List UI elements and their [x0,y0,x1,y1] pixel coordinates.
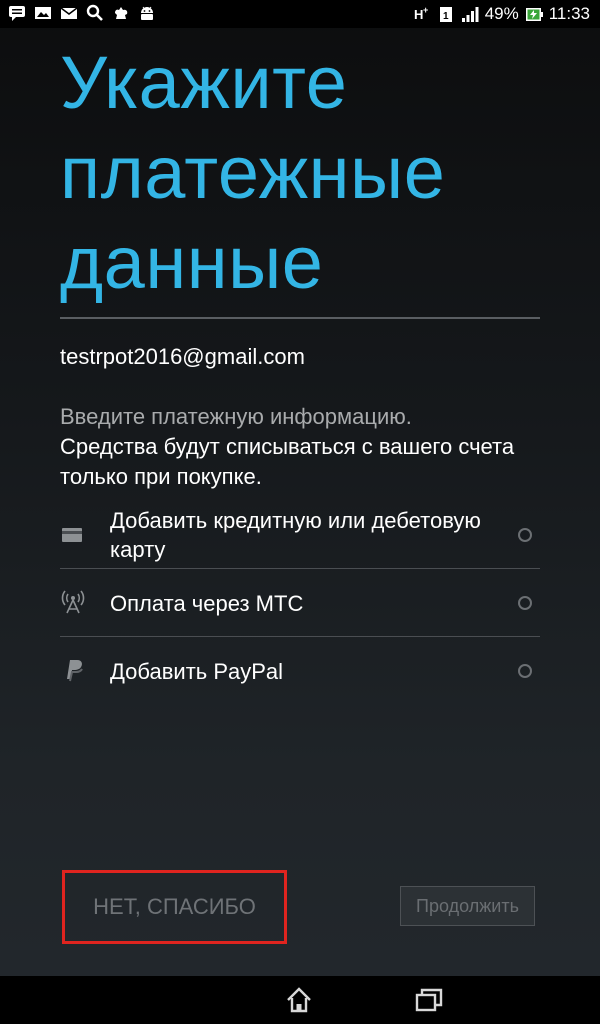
title-line-3: данные [60,221,324,304]
hplus-icon: H + [414,5,428,22]
clock: 11:33 [548,4,590,23]
info-line-2: Средства будут списываться с вашего счет… [60,434,515,489]
home-icon[interactable] [284,986,314,1014]
paypal-icon [67,660,83,682]
image-icon [35,7,51,19]
navigation-bar [0,976,600,1024]
title-line-2: платежные [60,131,446,214]
option-paypal-label: Добавить PayPal [110,659,284,684]
recent-apps-icon[interactable] [414,986,444,1014]
option-credit-card-radio[interactable] [518,528,532,542]
credit-card-icon [62,528,82,542]
notification-icons [8,4,156,22]
title-divider [60,317,540,319]
antenna-icon [61,590,85,614]
search-icon [86,4,103,21]
option-credit-card-label: Добавить кредитную или дебетовую карту [110,508,481,562]
svg-text:1: 1 [443,11,449,22]
payment-info-text: Введите платежную информацию. Средства б… [60,402,540,492]
account-email: testrpot2016@gmail.com [60,344,305,369]
screen: H + 1 49% 11:33 Укажите платежные данные… [0,0,600,1024]
option-credit-card[interactable]: Добавить кредитную или дебетовую карту [60,500,540,569]
battery-percent: 49% [484,4,519,23]
status-bar: H + 1 49% 11:33 [0,0,600,28]
continue-button[interactable]: Продолжить [400,886,535,926]
option-paypal-radio[interactable] [518,664,532,678]
android-icon [141,6,153,20]
svg-text:H: H [414,7,423,22]
puzzle-icon [115,7,128,19]
option-mts-radio[interactable] [518,596,532,610]
svg-text:+: + [423,5,428,15]
option-mts[interactable]: Оплата через МТС [60,569,540,637]
payment-options-list: Добавить кредитную или дебетовую карту О… [60,500,540,704]
mail-icon [60,7,78,19]
page-title: Укажите платежные данные [60,38,560,308]
option-mts-label: Оплата через МТС [110,591,304,616]
title-line-1: Укажите [60,41,348,124]
info-line-1: Введите платежную информацию. [60,404,412,429]
chat-icon [9,6,25,21]
system-icons: H + 1 49% 11:33 [413,3,590,25]
sim-icon: 1 [439,7,452,22]
option-paypal[interactable]: Добавить PayPal [60,637,540,704]
signal-icon [461,7,479,22]
battery-charging-icon [525,8,543,21]
no-thanks-button[interactable]: НЕТ, СПАСИБО [62,870,287,944]
